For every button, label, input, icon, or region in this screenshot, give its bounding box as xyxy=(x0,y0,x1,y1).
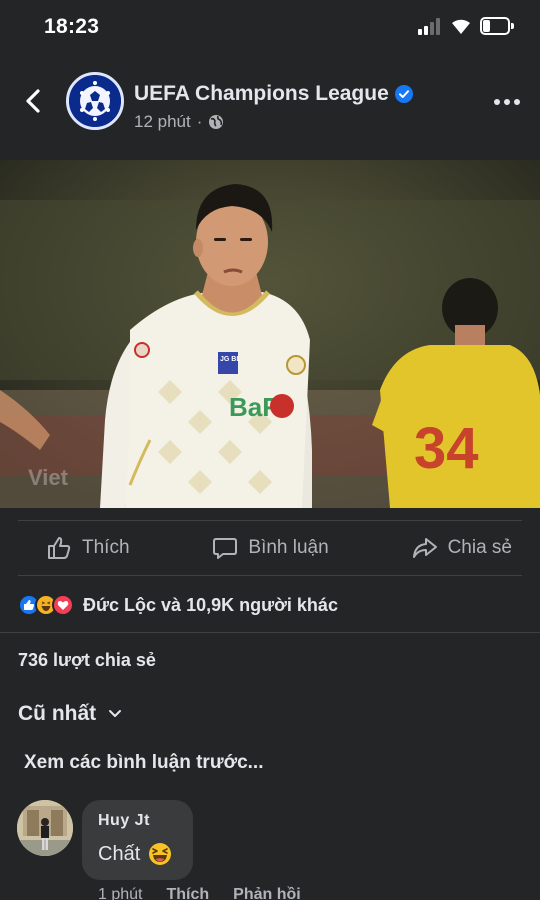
back-button[interactable] xyxy=(18,86,48,116)
comment-body: Chất xyxy=(98,842,177,866)
page-name-row: UEFA Champions League xyxy=(134,82,413,106)
comment-bubble-icon xyxy=(213,538,238,559)
love-reaction-icon xyxy=(52,594,74,616)
comment-reply-link[interactable]: Phản hồi xyxy=(233,886,301,900)
comment-like-link[interactable]: Thích xyxy=(166,886,209,900)
page-avatar[interactable] xyxy=(66,72,124,130)
like-label: Thích xyxy=(82,537,130,558)
post-meta: 12 phút · xyxy=(134,112,224,132)
share-button[interactable]: Chia sẻ xyxy=(412,535,512,561)
comment-time: 1 phút xyxy=(98,886,143,900)
post-action-bar: Thích Bình luận Chia sẻ xyxy=(18,520,522,576)
background-player-number: 34 xyxy=(414,416,479,481)
view-previous-comments-link[interactable]: Xem các bình luận trước... xyxy=(24,752,264,774)
commenter-avatar-image xyxy=(17,800,73,856)
share-arrow-icon xyxy=(412,538,437,558)
reactions-summary[interactable]: Đức Lộc và 10,9K người khác xyxy=(18,592,338,618)
share-label: Chia sẻ xyxy=(447,537,512,558)
cellular-signal-icon xyxy=(418,18,444,35)
page-name[interactable]: UEFA Champions League xyxy=(134,82,389,106)
photo-illustration: 34 JG BL BaF Viet xyxy=(0,160,540,508)
thumbs-up-icon xyxy=(48,537,71,559)
chevron-left-icon xyxy=(26,89,40,113)
post-timestamp[interactable]: 12 phút xyxy=(134,112,191,132)
comment-bubble[interactable]: Huy Jt Chất xyxy=(82,800,193,880)
reaction-summary-text: Đức Lộc và 10,9K người khác xyxy=(83,594,338,615)
share-count[interactable]: 736 lượt chia sẻ xyxy=(18,650,156,671)
champions-league-logo-icon xyxy=(69,75,121,127)
post-header: UEFA Champions League 12 phút · xyxy=(0,62,540,158)
more-options-icon[interactable] xyxy=(492,92,522,112)
jersey-badge-text: JG BL xyxy=(220,356,241,363)
comment-sort-dropdown[interactable]: Cũ nhất xyxy=(18,702,122,726)
comment-button[interactable]: Bình luận xyxy=(212,535,329,561)
section-divider xyxy=(0,632,540,633)
battery-icon xyxy=(480,17,514,35)
globe-icon xyxy=(209,115,224,129)
status-time: 18:23 xyxy=(44,15,100,38)
commenter-name[interactable]: Huy Jt xyxy=(98,812,177,830)
reaction-icons xyxy=(18,594,74,616)
chevron-down-icon xyxy=(109,710,122,717)
meta-separator: · xyxy=(196,112,203,131)
wifi-icon xyxy=(452,19,470,34)
comment-actions: 1 phút Thích Phản hồi xyxy=(98,886,325,900)
comment-label: Bình luận xyxy=(248,537,329,558)
verified-badge-icon xyxy=(394,85,413,103)
status-bar: 18:23 xyxy=(0,0,540,54)
like-button[interactable]: Thích xyxy=(46,535,130,561)
sort-label: Cũ nhất xyxy=(18,702,97,725)
post-photo[interactable]: 34 JG BL BaF Viet xyxy=(0,160,540,508)
photo-watermark: Viet xyxy=(28,465,69,490)
laughing-emoji-icon xyxy=(149,843,172,865)
comment-text: Chất xyxy=(98,842,141,865)
commenter-avatar[interactable] xyxy=(17,800,73,856)
